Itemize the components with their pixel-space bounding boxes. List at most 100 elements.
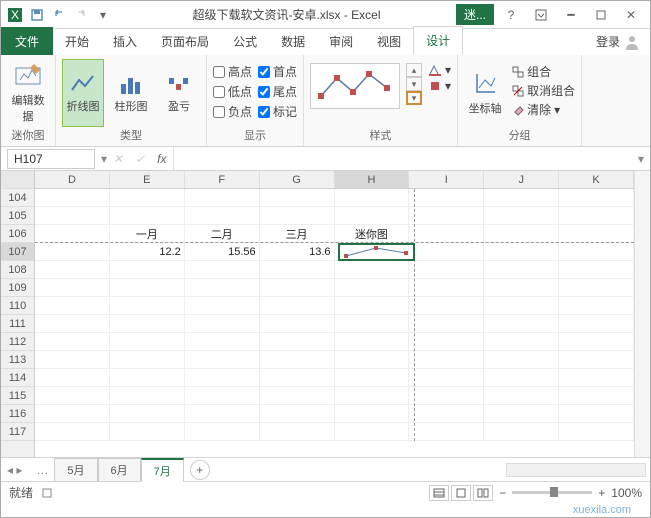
row-header[interactable]: 112 [1,333,34,351]
row-header[interactable]: 113 [1,351,34,369]
select-all[interactable] [1,171,34,189]
row-header[interactable]: 117 [1,423,34,441]
row-header[interactable]: 110 [1,297,34,315]
group-icon [512,66,524,78]
col-header[interactable]: K [559,171,634,188]
col-header[interactable]: E [110,171,185,188]
col-header[interactable]: H [335,171,410,188]
style-more-icon[interactable]: ▾ [406,91,422,105]
page-break-view-icon[interactable] [473,485,493,501]
axis-button[interactable]: 坐标轴 [464,59,506,127]
minimize-icon[interactable]: ━ [558,5,584,25]
tab-formula[interactable]: 公式 [221,27,269,55]
close-icon[interactable]: ✕ [618,5,644,25]
high-point-check[interactable]: 高点 [213,63,252,80]
sheet-nav[interactable]: ◂ ▸ [7,463,30,477]
page-layout-view-icon[interactable] [451,485,471,501]
col-header[interactable]: G [260,171,335,188]
login-button[interactable]: 登录 [586,28,650,55]
last-point-check[interactable]: 尾点 [258,83,297,100]
tab-view[interactable]: 视图 [365,27,413,55]
style-down-icon[interactable]: ▾ [406,77,422,91]
group-label: 样式 [310,127,451,146]
tab-file[interactable]: 文件 [1,27,53,55]
row-header[interactable]: 106 [1,225,34,243]
undo-icon[interactable] [49,5,69,25]
help-icon[interactable]: ? [498,5,524,25]
style-up-icon[interactable]: ▴ [406,63,422,77]
enter-icon[interactable]: ✓ [129,152,151,166]
col-header[interactable]: I [409,171,484,188]
group-button[interactable]: 组合 [512,63,575,80]
row-header[interactable]: 104 [1,189,34,207]
cell[interactable]: 三月 [260,225,335,242]
add-sheet-button[interactable]: + [190,460,210,480]
group-type: 折线图 柱形图 盈亏 类型 [56,55,207,146]
fx-icon[interactable]: fx [151,152,172,166]
row-header[interactable]: 109 [1,279,34,297]
save-icon[interactable] [27,5,47,25]
cells-area[interactable]: 一月二月三月迷你图 12.215.5613.6 [35,189,634,441]
winloss-type-button[interactable]: 盈亏 [158,59,200,127]
tab-layout[interactable]: 页面布局 [149,27,221,55]
row-header[interactable]: 114 [1,369,34,387]
cell[interactable]: 一月 [110,225,185,242]
watermark: xuexila.com [573,504,631,516]
tab-start[interactable]: 开始 [53,27,101,55]
expand-formula-icon[interactable]: ▾ [632,152,650,166]
zoom-in-icon[interactable]: + [598,486,605,500]
formula-bar[interactable] [173,147,632,170]
cell[interactable]: 12.2 [110,243,185,260]
row-header[interactable]: 107 [1,243,34,261]
sparkline-color-button[interactable]: ▾ [428,63,451,77]
normal-view-icon[interactable] [429,485,449,501]
cell[interactable]: 二月 [185,225,260,242]
tab-design[interactable]: 设计 [413,26,463,55]
first-point-check[interactable]: 首点 [258,63,297,80]
zoom-level[interactable]: 100% [611,486,642,500]
zoom-out-icon[interactable]: − [499,486,506,500]
redo-icon[interactable] [71,5,91,25]
sheet-more-icon[interactable]: … [30,463,54,477]
sheet-tab[interactable]: 7月 [141,458,184,482]
tab-data[interactable]: 数据 [269,27,317,55]
qat-dropdown-icon[interactable]: ▾ [93,5,113,25]
name-box[interactable]: H107 [7,149,95,169]
login-label: 登录 [596,33,620,50]
horizontal-scrollbar[interactable] [506,463,646,477]
col-header[interactable]: J [484,171,559,188]
row-header[interactable]: 115 [1,387,34,405]
sheet-tab-bar: ◂ ▸ … 5月 6月 7月 + [1,457,650,481]
col-header[interactable]: F [185,171,260,188]
ungroup-button[interactable]: 取消组合 [512,82,575,99]
ribbon-options-icon[interactable] [528,5,554,25]
row-header[interactable]: 116 [1,405,34,423]
zoom-slider[interactable] [512,491,592,494]
row-header[interactable]: 108 [1,261,34,279]
edit-data-button[interactable]: 编辑数据 [7,59,49,127]
view-buttons [429,485,493,501]
cell[interactable]: 13.6 [260,243,335,260]
vertical-scrollbar[interactable] [634,171,650,457]
style-preview[interactable] [310,63,400,109]
maximize-icon[interactable] [588,5,614,25]
marker-color-button[interactable]: ▾ [428,79,451,93]
cancel-icon[interactable]: ✕ [107,152,129,166]
marker-check[interactable]: 标记 [258,103,297,120]
sheet-tab[interactable]: 5月 [54,458,97,481]
column-type-button[interactable]: 柱形图 [110,59,152,127]
tab-insert[interactable]: 插入 [101,27,149,55]
line-type-button[interactable]: 折线图 [62,59,104,127]
sheet-tab[interactable]: 6月 [98,458,141,481]
excel-icon[interactable]: X [5,5,25,25]
cell[interactable]: 15.56 [185,243,260,260]
tab-review[interactable]: 审阅 [317,27,365,55]
neg-point-check[interactable]: 负点 [213,103,252,120]
clear-button[interactable]: 清除▾ [512,101,575,118]
col-header[interactable]: D [35,171,110,188]
low-point-check[interactable]: 低点 [213,83,252,100]
macro-record-icon[interactable] [41,487,53,499]
cell[interactable]: 迷你图 [335,225,410,242]
row-header[interactable]: 105 [1,207,34,225]
row-header[interactable]: 111 [1,315,34,333]
